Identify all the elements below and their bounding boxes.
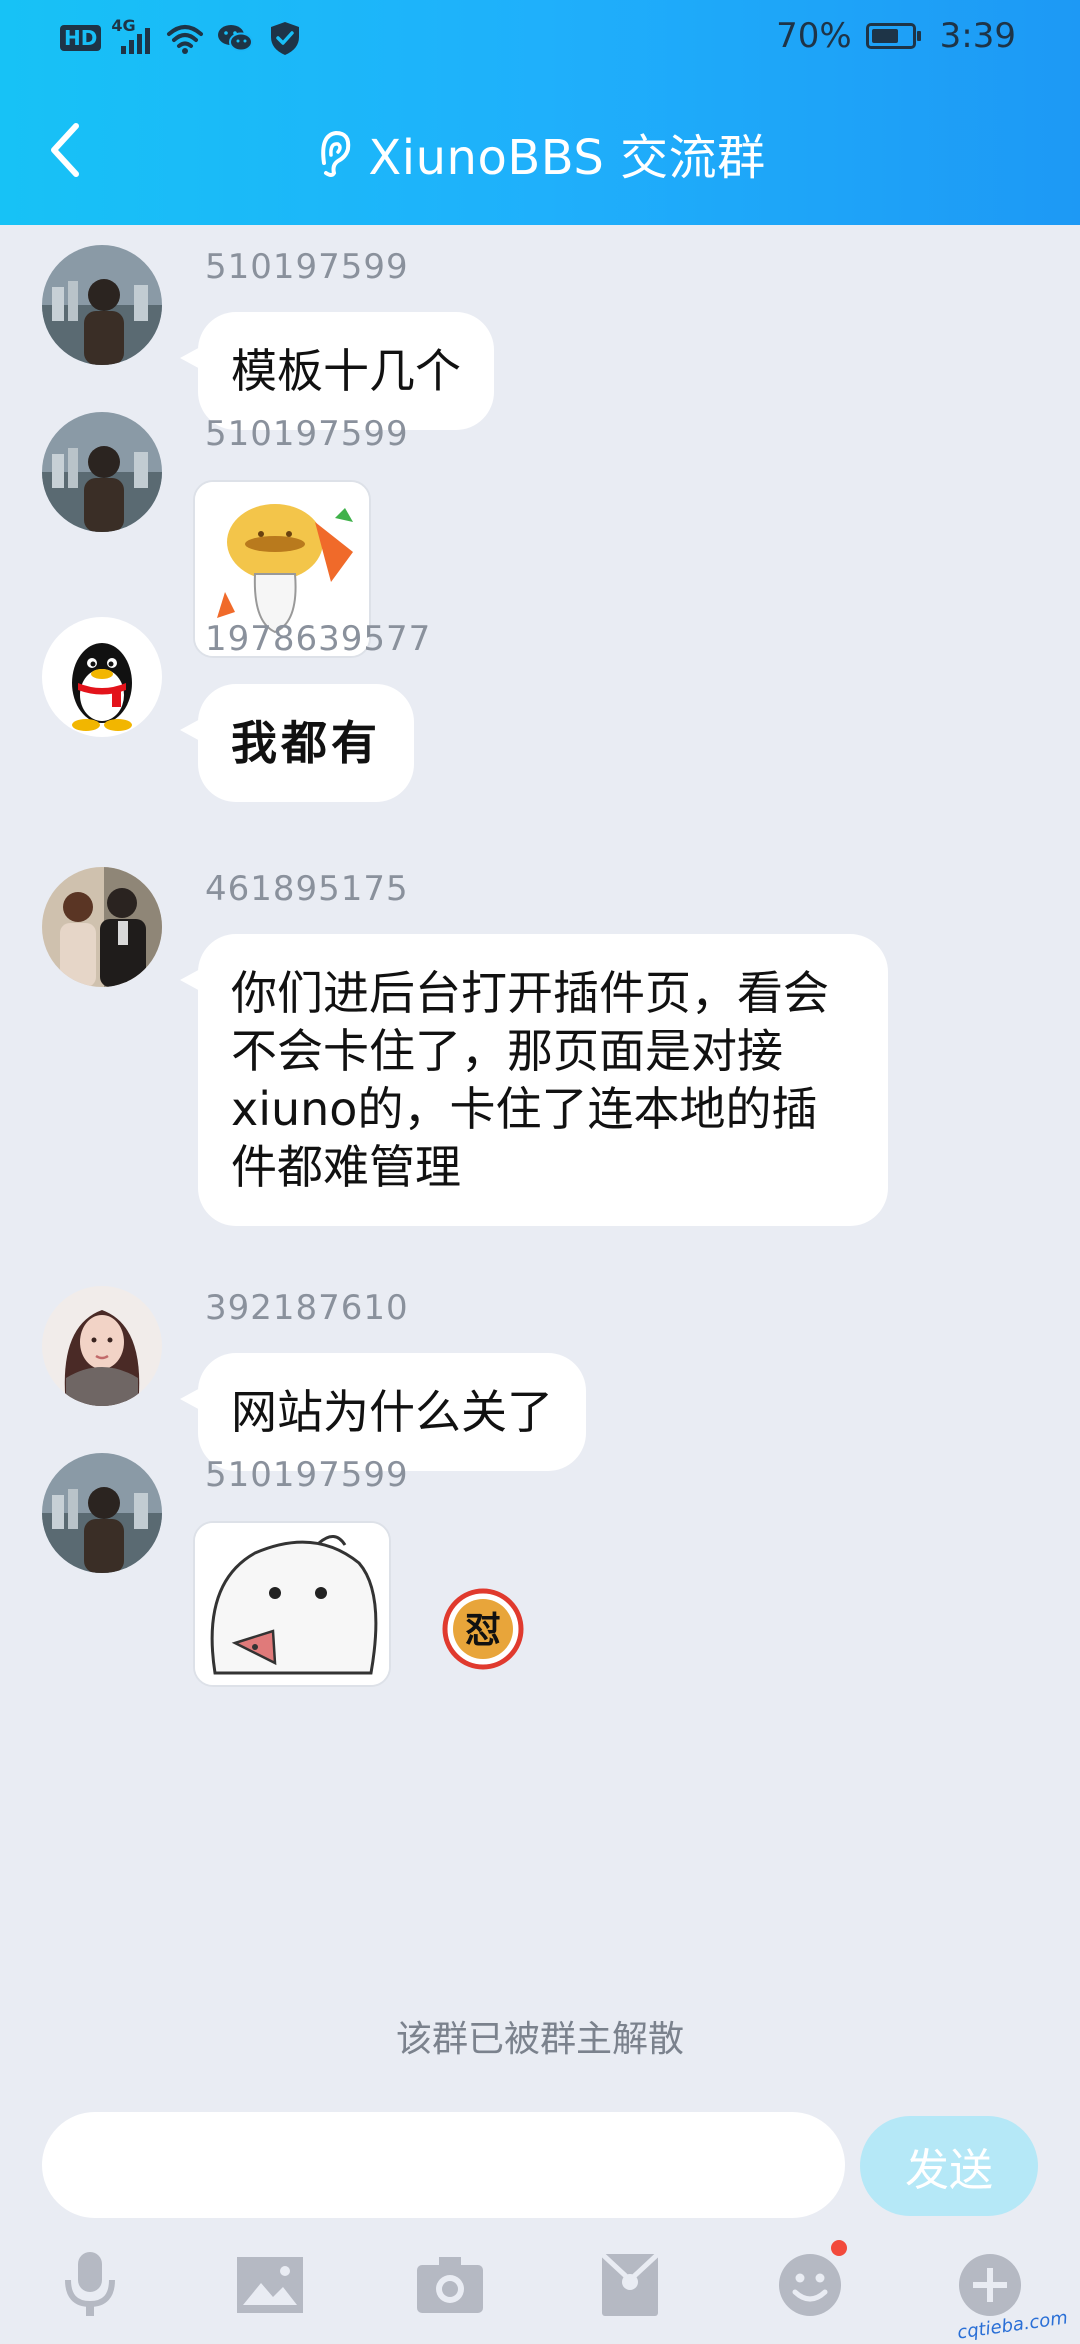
voice-button[interactable] bbox=[45, 2240, 135, 2330]
reaction-badge[interactable]: 怼 bbox=[442, 1588, 524, 1670]
avatar[interactable] bbox=[42, 245, 162, 365]
reaction-label: 怼 bbox=[465, 1610, 501, 1651]
avatar[interactable] bbox=[42, 867, 162, 987]
sender-name: 510197599 bbox=[205, 1455, 409, 1495]
avatar[interactable] bbox=[42, 617, 162, 737]
clock: 3:39 bbox=[939, 16, 1016, 56]
image-icon bbox=[237, 2257, 303, 2313]
system-note: 该群已被群主解散 bbox=[395, 2019, 684, 2060]
wifi-icon bbox=[167, 25, 204, 54]
battery-percent: 70% bbox=[776, 16, 852, 56]
cell-signal-icon: 4G bbox=[111, 16, 155, 58]
emoji-button[interactable] bbox=[765, 2240, 855, 2330]
ear-icon bbox=[321, 130, 351, 177]
avatar[interactable] bbox=[42, 1286, 162, 1406]
message-list[interactable]: 510197599 模板十几个 510197599 1978639577 我都有… bbox=[0, 225, 1080, 2075]
camera-button[interactable] bbox=[405, 2240, 495, 2330]
input-toolbar bbox=[0, 2240, 1080, 2340]
red-packet-icon bbox=[600, 2252, 660, 2316]
send-button[interactable]: 发送 bbox=[860, 2116, 1038, 2216]
sender-name: 461895175 bbox=[205, 869, 409, 909]
status-right: 70% 3:39 bbox=[776, 16, 1016, 56]
status-left: HD 4G bbox=[60, 16, 305, 58]
notification-dot bbox=[831, 2240, 847, 2256]
mic-icon bbox=[65, 2252, 115, 2316]
sender-name: 392187610 bbox=[205, 1288, 409, 1328]
message-bubble[interactable]: 我都有 bbox=[180, 684, 414, 802]
header-bar: HD 4G 70% 3:39 XiunoBBS 交流群 bbox=[0, 0, 1080, 225]
sender-name: 510197599 bbox=[205, 414, 409, 454]
battery-icon bbox=[865, 23, 921, 49]
message-input[interactable] bbox=[42, 2112, 845, 2218]
message-bubble[interactable]: 网站为什么关了 bbox=[180, 1353, 586, 1471]
hd-badge: HD bbox=[60, 25, 102, 51]
title-area[interactable]: XiunoBBS 交流群 bbox=[0, 118, 1080, 188]
avatar[interactable] bbox=[42, 412, 162, 532]
red-packet-button[interactable] bbox=[585, 2240, 675, 2330]
sender-name: 510197599 bbox=[205, 247, 409, 287]
image-button[interactable] bbox=[225, 2240, 315, 2330]
plus-icon bbox=[959, 2254, 1021, 2316]
emoji-icon bbox=[779, 2254, 841, 2316]
message-bubble[interactable]: 你们进后台打开插件页，看会不会卡住了，那页面是对接xiuno的，卡住了连本地的插… bbox=[180, 934, 888, 1226]
shield-icon bbox=[271, 22, 300, 55]
status-bar: HD 4G 70% 3:39 bbox=[0, 0, 1080, 76]
camera-icon bbox=[417, 2257, 483, 2313]
avatar[interactable] bbox=[42, 1453, 162, 1573]
sender-name: 1978639577 bbox=[205, 619, 432, 659]
battery-fill bbox=[871, 29, 899, 43]
white-blob-sticker[interactable] bbox=[193, 1521, 391, 1687]
page-title: XiunoBBS 交流群 bbox=[368, 130, 766, 186]
message-bubble[interactable]: 模板十几个 bbox=[180, 312, 494, 430]
wechat-icon bbox=[218, 25, 254, 52]
